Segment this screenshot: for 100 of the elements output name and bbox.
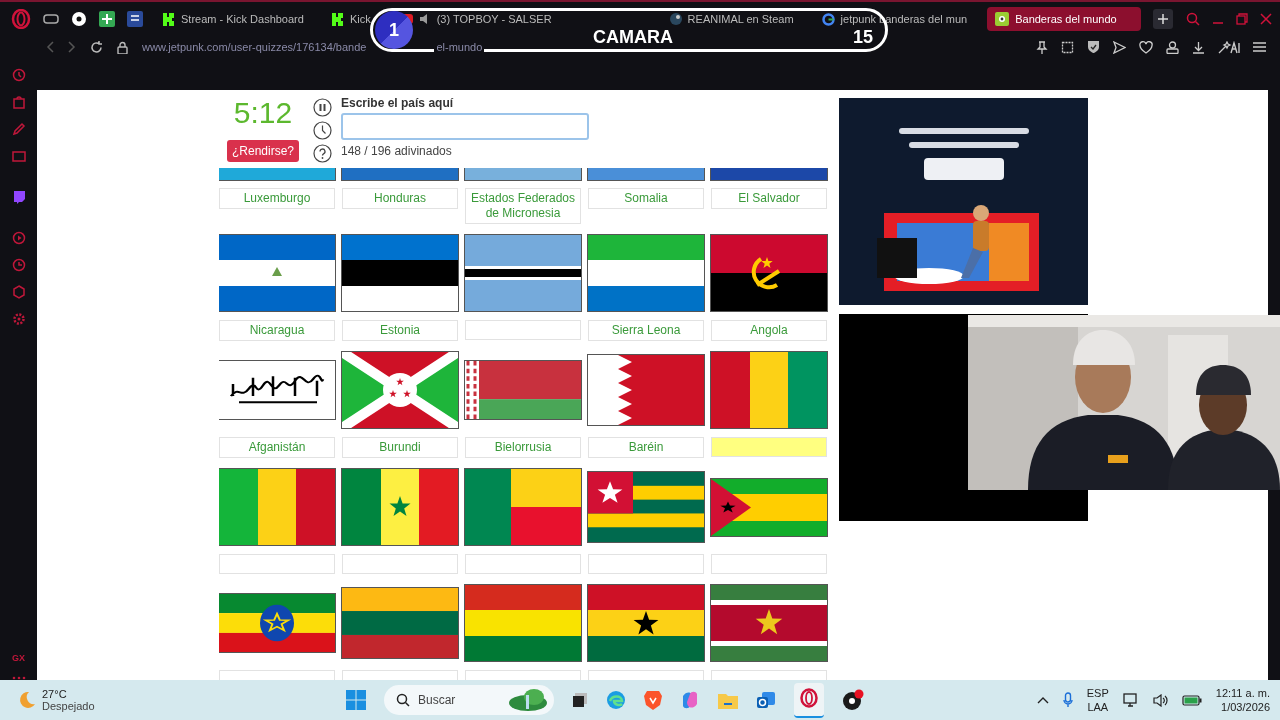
counter-badge: 1 [375,11,413,49]
close-icon[interactable] [1260,13,1272,25]
give-up-button[interactable]: ¿Rendirse? [227,140,299,162]
flag-icon [588,355,704,425]
sparkle-icon[interactable] [1218,40,1240,54]
microphone-icon[interactable] [1062,692,1073,708]
lock-icon [117,40,128,54]
flag-icon [219,235,335,311]
search-field[interactable]: Buscar [384,685,554,715]
reload-icon[interactable] [90,40,103,54]
bag-icon[interactable] [11,95,26,109]
browser-tab[interactable]: Stream - Kick Dashboard [155,7,312,31]
pin-icon[interactable] [1036,40,1048,54]
gamepad-icon[interactable] [43,13,59,25]
flag-icon [588,585,704,661]
flag-icon [465,469,581,545]
answer-box: Somalia [588,188,704,209]
taskbar-button[interactable] [794,682,824,718]
answer-prompt: Escribe el país aquí [341,96,455,110]
flag-icon [219,168,335,180]
plus-icon[interactable] [99,11,115,27]
chat-icon[interactable] [11,190,26,204]
quiz-icon [995,12,1010,26]
search-icon[interactable] [1186,12,1200,26]
restore-icon[interactable] [1236,13,1248,25]
new-tab-button[interactable] [1153,9,1174,29]
flag-icon [465,361,581,419]
answer-box: Burundi [342,437,458,458]
k-icon [163,12,175,26]
url-text[interactable]: www.jetpunk.com/user-quizzes/176134/bande [142,41,367,53]
history-icon[interactable] [11,68,26,82]
flag-icon [342,469,458,545]
profile-icon[interactable] [1166,40,1179,54]
start-icon[interactable] [346,690,366,710]
answer-box: El Salvador [711,188,827,209]
shield-icon[interactable] [1087,40,1100,54]
download-icon[interactable] [1192,40,1205,54]
forward-icon[interactable] [68,41,76,53]
folder-icon[interactable] [718,691,738,709]
weather-text: Despejado [42,700,95,712]
monitor-icon[interactable] [1122,692,1139,708]
flag-icon [219,469,335,545]
flag-icon [711,585,827,661]
temperature: 27°C [42,688,68,700]
clock-icon[interactable] [313,121,332,140]
disc-icon[interactable] [71,11,87,27]
chevron-up-icon[interactable] [1036,696,1049,704]
battery-icon[interactable] [1181,694,1202,706]
answer-box: Bielorrusia [465,437,581,458]
flag-icon [465,168,581,180]
menu-icon[interactable] [1253,41,1266,53]
flag-icon [711,352,827,428]
heart-icon[interactable] [1139,40,1153,54]
flag-icon [465,235,581,311]
swirl-icon[interactable] [680,690,700,710]
flag-icon [219,361,335,419]
flag-icon [342,235,458,311]
pencil-icon[interactable] [11,122,26,136]
record-icon[interactable] [842,689,864,711]
lion-icon[interactable] [644,690,662,710]
gear-icon[interactable] [11,312,26,326]
cube-icon[interactable] [11,285,26,299]
timer: 5:12 [233,96,293,130]
wave-icon[interactable] [606,690,626,710]
pause-icon[interactable] [313,98,332,117]
snapshot-icon[interactable] [1061,40,1074,54]
answer-box: Honduras [342,188,458,209]
hills-icon [508,689,548,711]
search-icon [396,693,410,707]
language-indicator[interactable]: ESP LAA [1086,686,1109,714]
flag-icon [342,352,458,428]
plus-icon [1158,14,1169,24]
url-text[interactable]: el-mundo [434,41,485,53]
answer-box: Angola [711,320,827,341]
browser-tab[interactable]: Banderas del mundo [987,7,1142,31]
send-icon[interactable] [1113,40,1126,54]
window-icon[interactable] [572,692,588,708]
answer-box: Afganistán [219,437,335,458]
steam-icon [669,13,682,25]
flag-icon [711,235,827,311]
answer-box: Estonia [342,320,458,341]
calendar-icon[interactable] [127,11,143,27]
progress-text: 148 / 196 adivinados [341,144,453,158]
back-icon[interactable] [46,41,54,53]
more-icon[interactable] [11,676,26,680]
answer-field[interactable] [341,113,589,140]
answer-box: Baréin [588,437,704,458]
ring-icon[interactable] [11,9,31,29]
speaker-icon[interactable] [1152,693,1168,707]
flag-icon [588,472,704,542]
answer-box: Nicaragua [219,320,335,341]
flag-icon [588,168,704,180]
clock[interactable]: 12:11 a. m. 1/03/2026 [1215,686,1270,714]
mail-icon[interactable] [756,691,776,709]
flag-icon [219,594,335,652]
flag-icon [342,588,458,658]
answer-box: Estados Federados de Micronesia [465,188,581,224]
answer-box: Luxemburgo [219,188,335,209]
flag-icon [465,585,581,661]
help-icon[interactable] [313,144,332,163]
